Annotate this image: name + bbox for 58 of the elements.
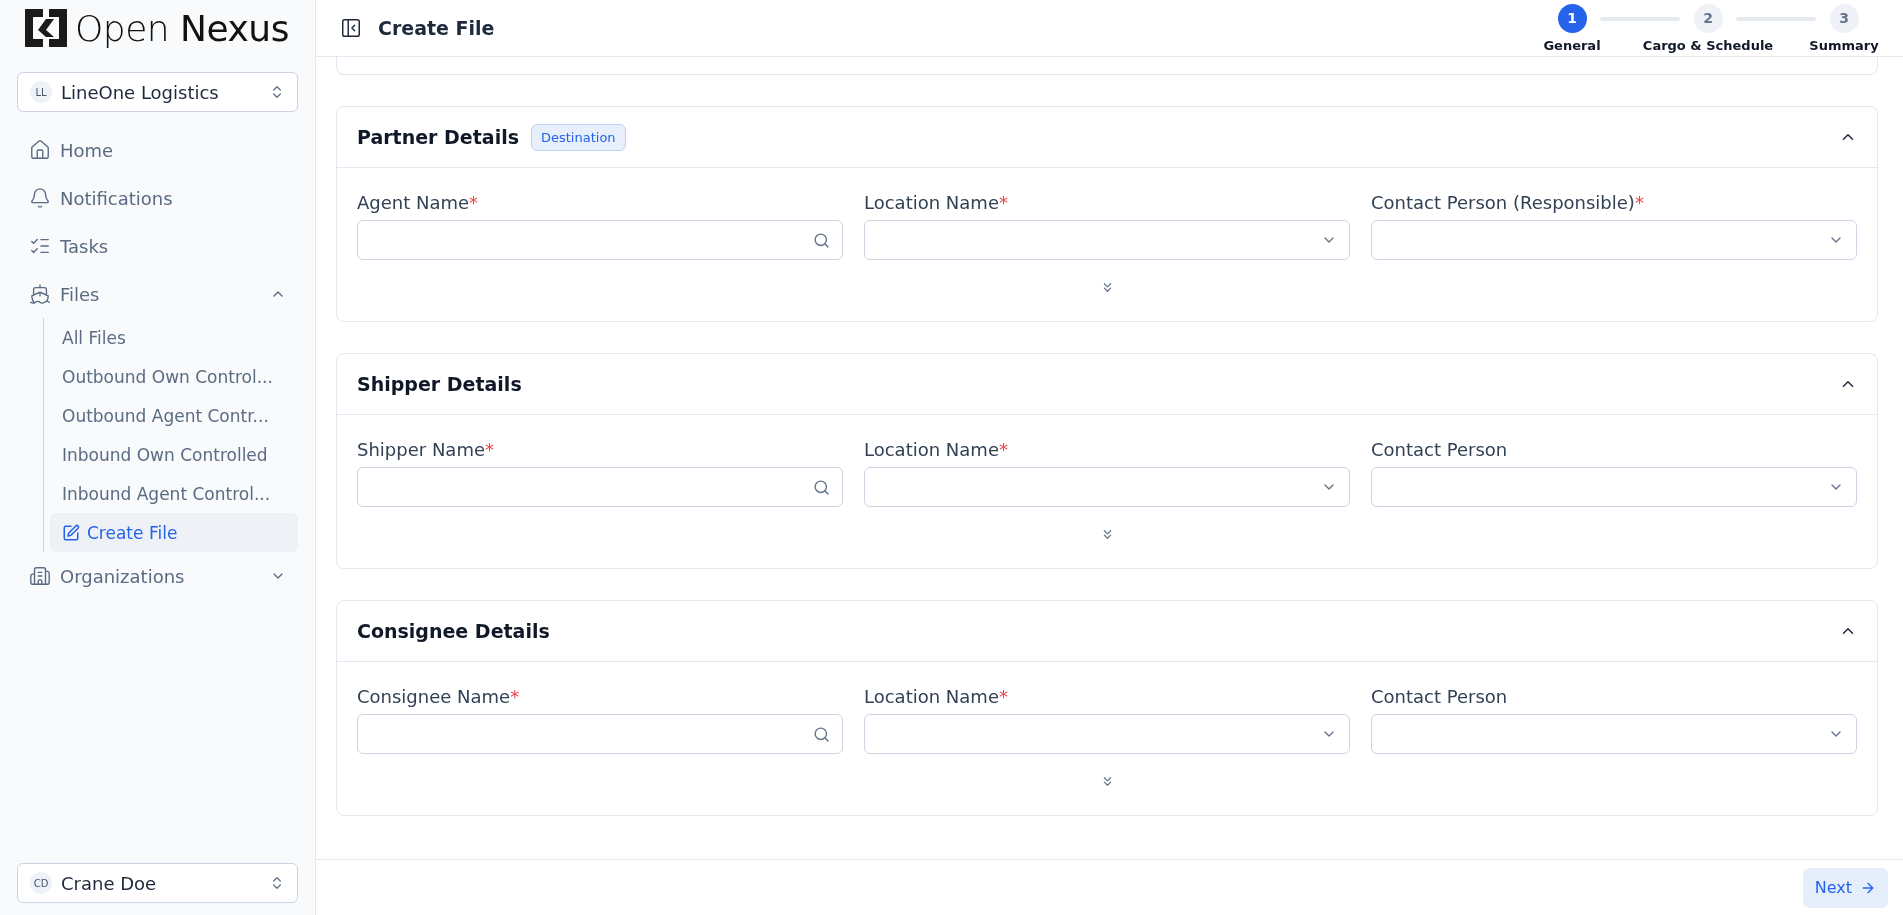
page-title: Create File [378, 17, 496, 39]
collapse-sidebar-icon[interactable] [340, 17, 362, 39]
logo-text: Open Nexus [75, 7, 289, 49]
organization-switcher[interactable]: LL LineOne Logistics [17, 72, 298, 112]
step-number: 2 [1693, 3, 1723, 33]
ship-icon [29, 283, 51, 305]
field-label: Contact Person [1371, 439, 1509, 460]
select-field[interactable] [1371, 467, 1857, 507]
field-label: Agent Name* [357, 192, 480, 213]
user-avatar: CD [30, 872, 52, 894]
logo-icon [25, 9, 67, 47]
search-icon [813, 478, 830, 496]
search-icon [813, 725, 830, 743]
search-field[interactable] [357, 714, 843, 754]
sidebar-item[interactable]: Home [17, 126, 298, 174]
sidebar-item[interactable]: Organizations [17, 552, 298, 600]
select-field[interactable] [1371, 714, 1857, 754]
section-title: Consignee Details [357, 620, 550, 642]
step-label: General [1543, 37, 1601, 53]
select-field[interactable] [864, 467, 1350, 507]
field-label: Consignee Name* [357, 686, 521, 707]
sidebar-subitem[interactable]: Outbound Own Control... [50, 357, 298, 396]
user-name: Crane Doe [61, 872, 158, 894]
step-label: Cargo & Schedule [1642, 37, 1774, 53]
select-field[interactable] [1371, 220, 1857, 260]
sidebar-subitem[interactable]: Inbound Own Controlled [50, 435, 298, 474]
edit-icon [62, 523, 80, 542]
building-icon [29, 565, 51, 587]
search-icon [813, 231, 830, 249]
next-button[interactable]: Next [1802, 867, 1888, 908]
sidebar-subitem[interactable]: Inbound Agent Control... [50, 474, 298, 513]
sidebar-item[interactable]: Files [17, 270, 298, 318]
home-icon [29, 139, 51, 161]
step-number: 1 [1557, 3, 1587, 33]
sidebar-subitem[interactable]: Outbound Agent Contr... [50, 396, 298, 435]
field-label: Location Name* [864, 686, 1009, 707]
sidebar-subitem[interactable]: All Files [50, 318, 298, 357]
search-field[interactable] [357, 220, 843, 260]
field-label: Shipper Name* [357, 439, 495, 460]
user-switcher[interactable]: CD Crane Doe [17, 863, 298, 903]
section-title: Shipper Details [357, 373, 522, 395]
sidebar-item[interactable]: Notifications [17, 174, 298, 222]
organization-name: LineOne Logistics [61, 81, 220, 103]
field-label: Contact Person (Responsible)* [1371, 192, 1645, 213]
select-field[interactable] [864, 714, 1350, 754]
bell-icon [29, 187, 51, 209]
section-title: Partner Details [357, 126, 519, 148]
step-number: 3 [1829, 3, 1859, 33]
organization-avatar: LL [30, 81, 52, 103]
step-label: Summary [1809, 37, 1879, 53]
search-field[interactable] [357, 467, 843, 507]
select-field[interactable] [864, 220, 1350, 260]
field-label: Contact Person [1371, 686, 1509, 707]
section-tag: Destination [531, 123, 626, 151]
field-label: Location Name* [864, 192, 1009, 213]
field-label: Location Name* [864, 439, 1009, 460]
sidebar-subitem[interactable]: Create File [50, 513, 298, 552]
sidebar-item[interactable]: Tasks [17, 222, 298, 270]
